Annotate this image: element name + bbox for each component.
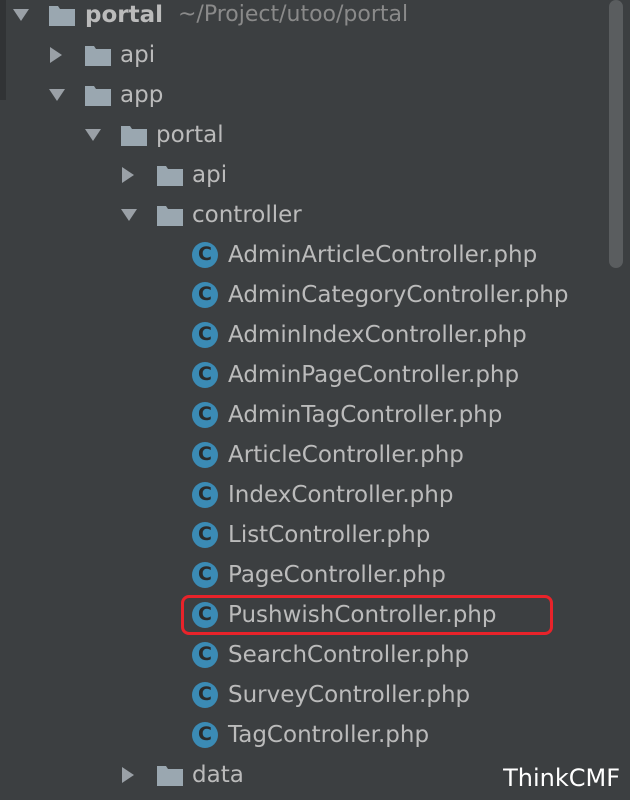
php-class-icon: C xyxy=(192,562,218,588)
tree-node-label: api xyxy=(192,162,228,188)
tree-node-label: api xyxy=(120,42,156,68)
file-admin-page-controller[interactable]: C AdminPageController.php xyxy=(0,355,600,395)
file-tag-controller[interactable]: C TagController.php xyxy=(0,715,600,755)
php-class-icon: C xyxy=(192,722,218,748)
file-admin-tag-controller[interactable]: C AdminTagController.php xyxy=(0,395,600,435)
tree-node-label: controller xyxy=(192,202,302,228)
chevron-down-icon[interactable] xyxy=(46,84,68,106)
file-label: TagController.php xyxy=(228,722,430,748)
file-index-controller[interactable]: C IndexController.php xyxy=(0,475,600,515)
tree-node-controller[interactable]: controller xyxy=(0,195,600,235)
php-class-icon: C xyxy=(192,482,218,508)
file-admin-article-controller[interactable]: C AdminArticleController.php xyxy=(0,235,600,275)
file-list-controller[interactable]: C ListController.php xyxy=(0,515,600,555)
highlight-box xyxy=(181,595,553,635)
file-survey-controller[interactable]: C SurveyController.php xyxy=(0,675,600,715)
php-class-icon: C xyxy=(192,442,218,468)
file-article-controller[interactable]: C ArticleController.php xyxy=(0,435,600,475)
file-label: IndexController.php xyxy=(228,482,454,508)
php-class-icon: C xyxy=(192,682,218,708)
file-page-controller[interactable]: C PageController.php xyxy=(0,555,600,595)
folder-icon xyxy=(120,123,148,147)
watermark: ThinkCMF xyxy=(503,764,620,792)
tree-node-app[interactable]: app xyxy=(0,75,600,115)
tree-node-label: data xyxy=(192,762,244,788)
php-class-icon: C xyxy=(192,242,218,268)
tree-node-portal[interactable]: portal xyxy=(0,115,600,155)
chevron-down-icon[interactable] xyxy=(82,124,104,146)
tree-node-api[interactable]: api xyxy=(0,35,600,75)
folder-icon xyxy=(84,43,112,67)
tree-node-api-nested[interactable]: api xyxy=(0,155,600,195)
chevron-right-icon[interactable] xyxy=(117,164,139,186)
file-label: PageController.php xyxy=(228,562,446,588)
folder-icon xyxy=(48,3,76,27)
file-search-controller[interactable]: C SearchController.php xyxy=(0,635,600,675)
chevron-right-icon[interactable] xyxy=(45,44,67,66)
file-label: AdminIndexController.php xyxy=(228,322,527,348)
file-label: SurveyController.php xyxy=(228,682,471,708)
file-label: AdminArticleController.php xyxy=(228,242,538,268)
folder-icon xyxy=(84,83,112,107)
php-class-icon: C xyxy=(192,522,218,548)
folder-icon xyxy=(156,203,184,227)
php-class-icon: C xyxy=(192,282,218,308)
php-class-icon: C xyxy=(192,402,218,428)
file-admin-index-controller[interactable]: C AdminIndexController.php xyxy=(0,315,600,355)
vertical-scrollbar[interactable] xyxy=(609,0,623,268)
file-label: AdminCategoryController.php xyxy=(228,282,569,308)
file-label: AdminPageController.php xyxy=(228,362,520,388)
chevron-right-icon[interactable] xyxy=(117,764,139,786)
file-admin-category-controller[interactable]: C AdminCategoryController.php xyxy=(0,275,600,315)
tree-node-label: portal xyxy=(156,122,224,148)
file-label: ArticleController.php xyxy=(228,442,464,468)
root-path: ~/Project/utoo/portal xyxy=(178,2,409,27)
file-label: AdminTagController.php xyxy=(228,402,503,428)
file-label: ListController.php xyxy=(228,522,431,548)
php-class-icon: C xyxy=(192,362,218,388)
file-label: SearchController.php xyxy=(228,642,470,668)
php-class-icon: C xyxy=(192,642,218,668)
folder-icon xyxy=(156,163,184,187)
chevron-down-icon[interactable] xyxy=(10,4,32,26)
chevron-down-icon[interactable] xyxy=(118,204,140,226)
folder-icon xyxy=(156,763,184,787)
root-label: portal xyxy=(85,2,164,28)
tree-node-label: app xyxy=(120,82,164,108)
project-tree: portal ~/Project/utoo/portal api app por… xyxy=(0,0,630,800)
tree-node-root[interactable]: portal ~/Project/utoo/portal xyxy=(0,0,600,35)
php-class-icon: C xyxy=(192,322,218,348)
